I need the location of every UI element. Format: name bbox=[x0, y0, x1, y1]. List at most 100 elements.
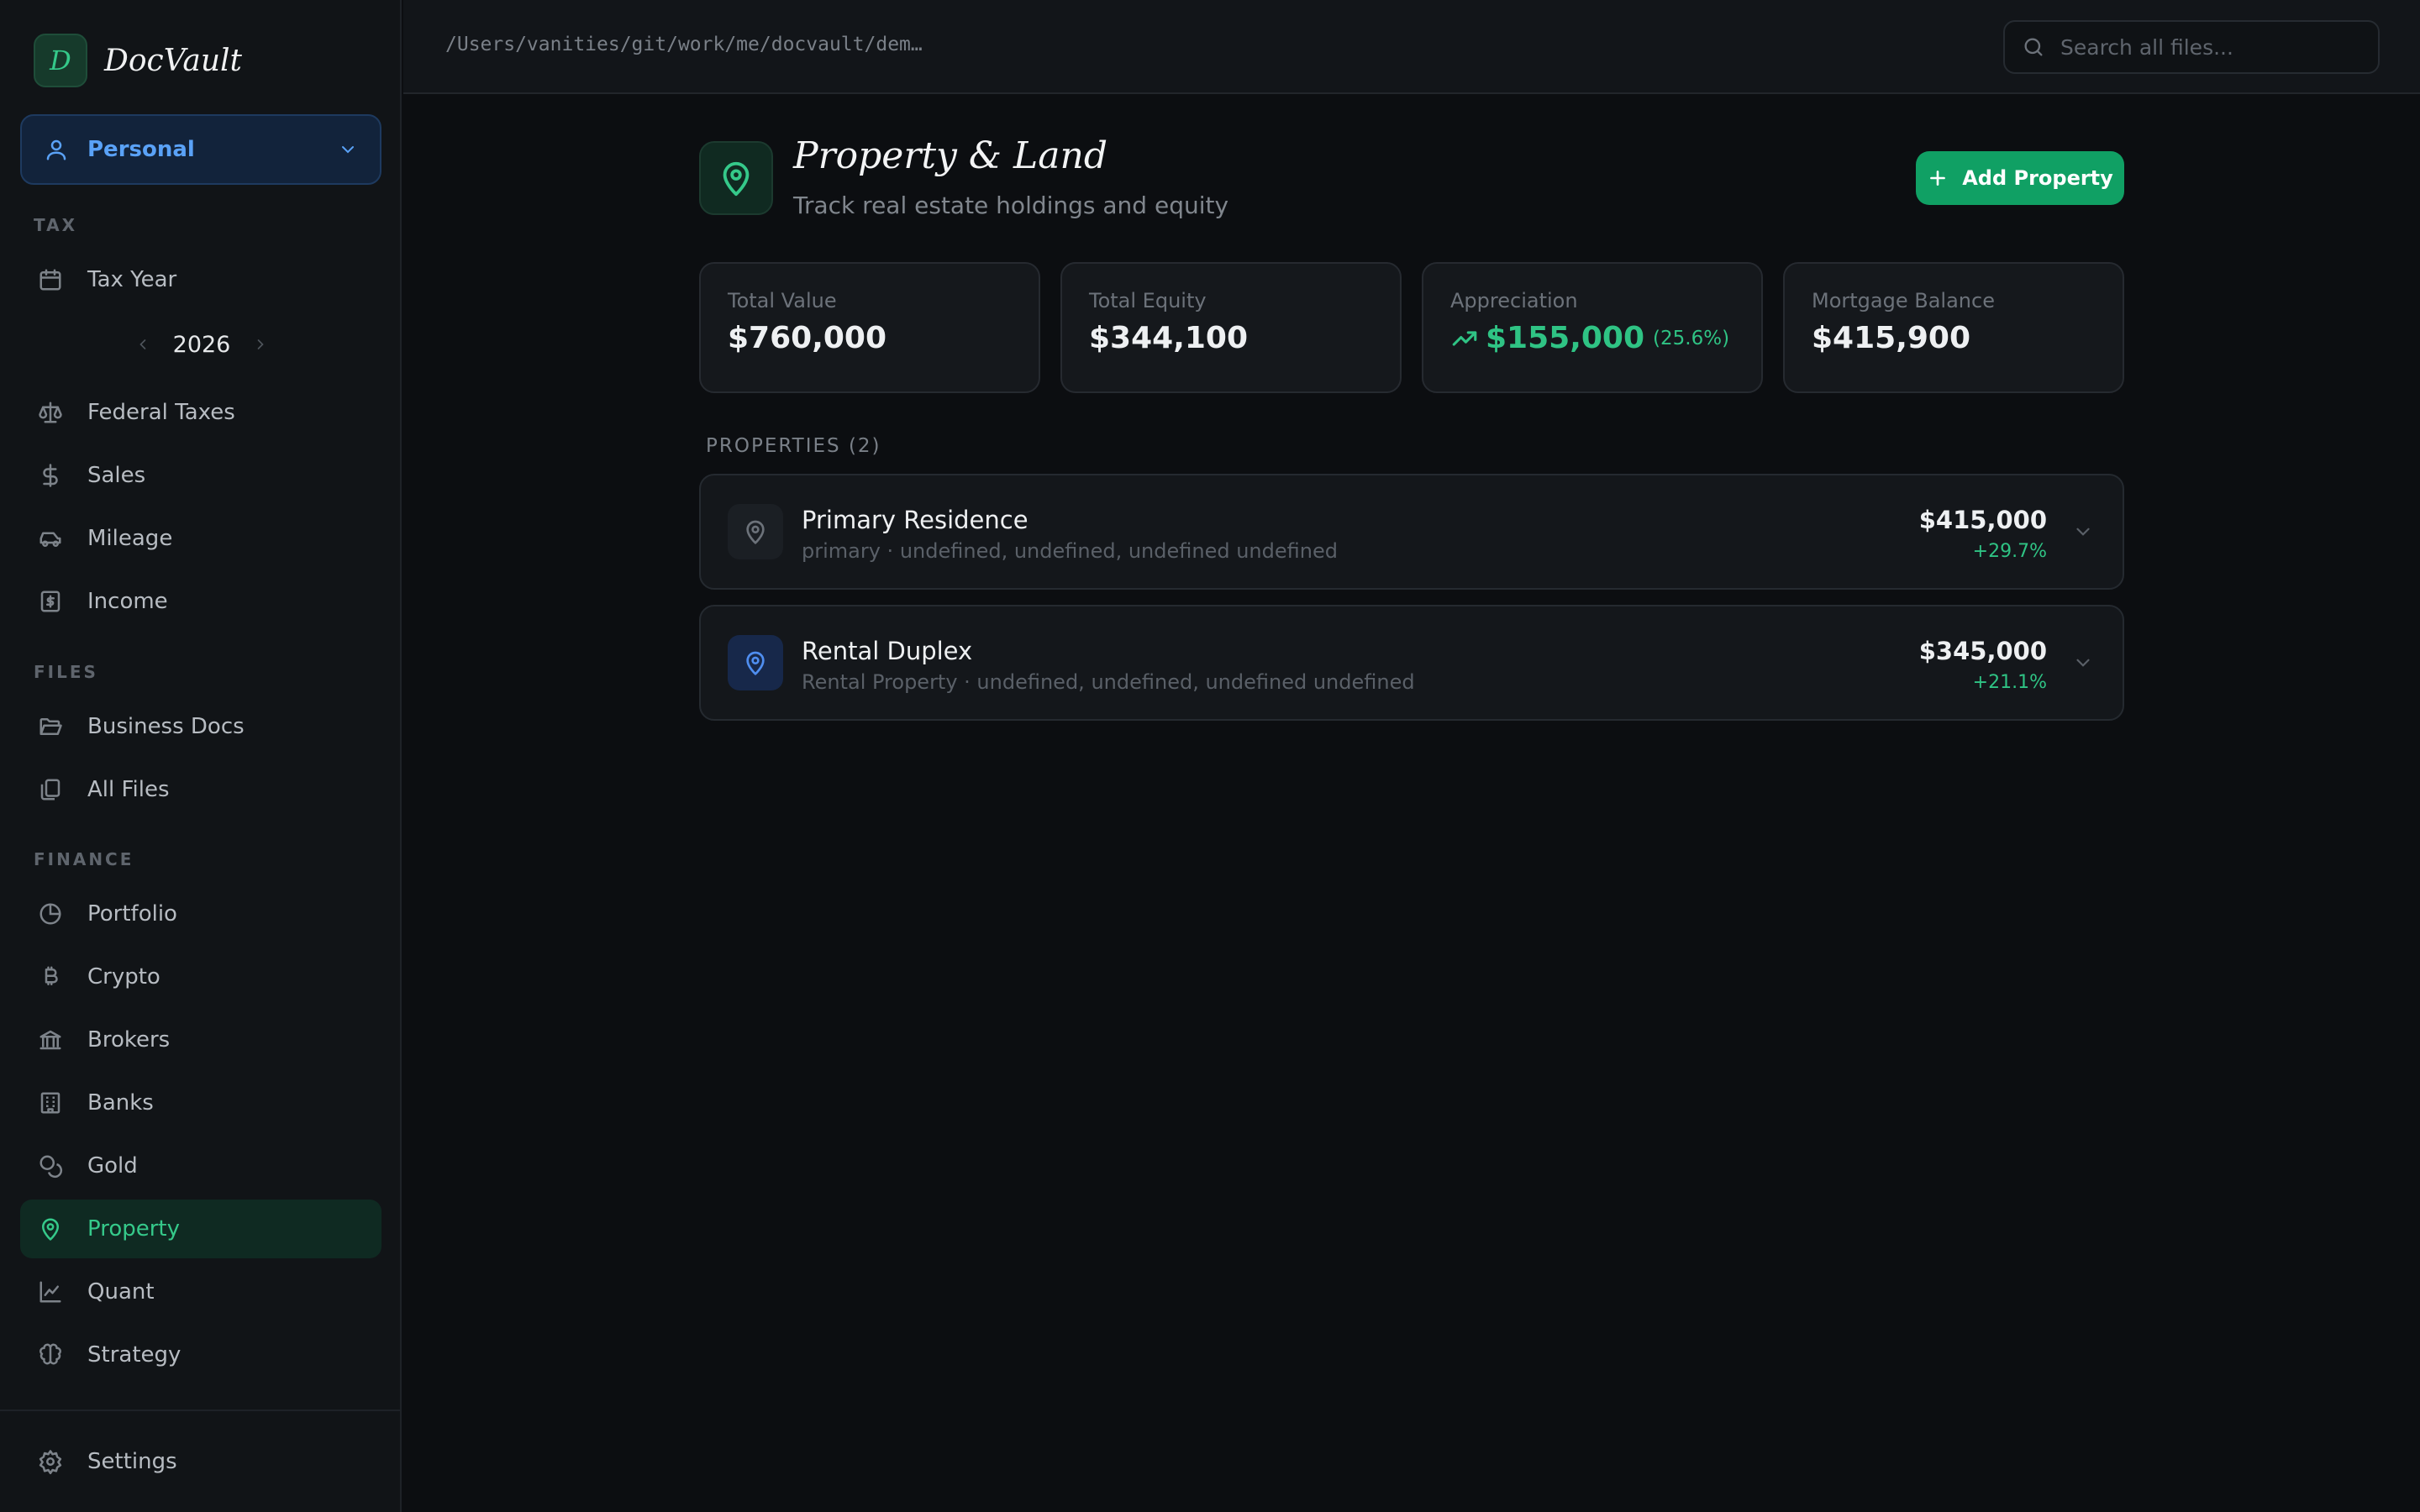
property-header-icon bbox=[699, 141, 773, 215]
property-row-rental-duplex[interactable]: Rental Duplex Rental Property · undefine… bbox=[699, 605, 2124, 721]
stat-label: Total Equity bbox=[1089, 289, 1207, 312]
section-label-files: FILES bbox=[34, 662, 98, 682]
sidebar-item-label: Sales bbox=[87, 463, 146, 488]
sidebar-item-label: Crypto bbox=[87, 964, 160, 990]
sidebar-item-label: Mileage bbox=[87, 526, 173, 551]
chevron-down-icon bbox=[338, 139, 358, 160]
sidebar-item-federal-taxes[interactable]: Federal Taxes bbox=[20, 383, 381, 442]
page-subtitle: Track real estate holdings and equity bbox=[793, 192, 1229, 219]
property-change: +29.7% bbox=[1972, 541, 2047, 562]
stat-card-total-equity: Total Equity $344,100 bbox=[1060, 262, 1402, 393]
property-name: Primary Residence bbox=[802, 506, 1028, 534]
stat-label: Mortgage Balance bbox=[1812, 289, 1995, 312]
section-label-tax: TAX bbox=[34, 215, 77, 235]
stat-value: $415,900 bbox=[1812, 321, 1971, 355]
sidebar-item-strategy[interactable]: Strategy bbox=[20, 1326, 381, 1384]
bank-icon bbox=[37, 1026, 64, 1053]
search-input[interactable]: Search all files... bbox=[2003, 20, 2380, 74]
map-pin-icon bbox=[723, 161, 750, 197]
map-pin-icon bbox=[37, 1215, 64, 1242]
sidebar-item-mileage[interactable]: Mileage bbox=[20, 509, 381, 568]
profile-selector[interactable]: Personal bbox=[20, 114, 381, 185]
stat-label: Appreciation bbox=[1450, 289, 1578, 312]
stat-card-mortgage-balance: Mortgage Balance $415,900 bbox=[1783, 262, 2124, 393]
sidebar-item-gold[interactable]: Gold bbox=[20, 1137, 381, 1195]
sidebar-item-label: Property bbox=[87, 1216, 181, 1242]
property-meta: primary · undefined, undefined, undefine… bbox=[802, 539, 1338, 563]
bitcoin-icon bbox=[37, 963, 64, 990]
stat-label: Total Value bbox=[728, 289, 837, 312]
sidebar-item-crypto[interactable]: Crypto bbox=[20, 948, 381, 1006]
app-name: DocVault bbox=[104, 43, 243, 78]
gear-icon bbox=[37, 1448, 64, 1475]
search-placeholder: Search all files... bbox=[2060, 34, 2233, 60]
sidebar-item-tax-year[interactable]: Tax Year bbox=[20, 250, 381, 309]
building-icon bbox=[37, 1089, 64, 1116]
year-selector: 2026 bbox=[134, 328, 269, 361]
logo-mark: D bbox=[34, 34, 87, 87]
sidebar: D DocVault Personal TAX Tax Year 2026 Fe… bbox=[0, 0, 402, 1512]
brain-icon bbox=[37, 1341, 64, 1368]
calendar-icon bbox=[37, 266, 64, 293]
map-pin-icon bbox=[728, 504, 783, 559]
files-icon bbox=[37, 776, 64, 803]
property-name: Rental Duplex bbox=[802, 637, 973, 665]
sidebar-item-income[interactable]: Income bbox=[20, 572, 381, 631]
sidebar-item-label: Tax Year bbox=[87, 267, 177, 292]
search-icon bbox=[2022, 35, 2045, 59]
dollar-icon bbox=[37, 462, 64, 489]
sidebar-item-sales[interactable]: Sales bbox=[20, 446, 381, 505]
sidebar-item-label: Federal Taxes bbox=[87, 400, 235, 425]
add-property-button[interactable]: Add Property bbox=[1916, 151, 2124, 205]
stat-card-total-value: Total Value $760,000 bbox=[699, 262, 1040, 393]
sidebar-item-label: All Files bbox=[87, 777, 170, 802]
sidebar-item-banks[interactable]: Banks bbox=[20, 1074, 381, 1132]
receipt-icon bbox=[37, 588, 64, 615]
pie-chart-icon bbox=[37, 900, 64, 927]
sidebar-item-settings[interactable]: Settings bbox=[20, 1432, 381, 1491]
scale-icon bbox=[37, 399, 64, 426]
sidebar-item-label: Business Docs bbox=[87, 714, 245, 739]
sidebar-item-label: Income bbox=[87, 589, 168, 614]
year-value: 2026 bbox=[172, 331, 231, 358]
stat-value: $760,000 bbox=[728, 321, 887, 355]
chevron-right-icon[interactable] bbox=[252, 336, 269, 353]
property-change: +21.1% bbox=[1972, 672, 2047, 693]
sidebar-item-business-docs[interactable]: Business Docs bbox=[20, 697, 381, 756]
property-meta: Rental Property · undefined, undefined, … bbox=[802, 670, 1415, 694]
app-logo[interactable]: D DocVault bbox=[34, 34, 242, 87]
sidebar-item-label: Banks bbox=[87, 1090, 154, 1116]
chevron-down-icon[interactable] bbox=[2072, 652, 2094, 674]
add-property-label: Add Property bbox=[1962, 166, 2113, 190]
stat-percent: (25.6%) bbox=[1653, 327, 1730, 349]
profile-label: Personal bbox=[87, 137, 195, 162]
sidebar-item-brokers[interactable]: Brokers bbox=[20, 1011, 381, 1069]
section-label-finance: FINANCE bbox=[34, 849, 134, 869]
line-chart-icon bbox=[37, 1278, 64, 1305]
trending-up-icon bbox=[1450, 324, 1479, 353]
file-path: /Users/vanities/git/work/me/docvault/dem… bbox=[445, 34, 923, 55]
sidebar-item-label: Gold bbox=[87, 1153, 138, 1179]
sidebar-item-label: Quant bbox=[87, 1279, 155, 1305]
stat-value-row: $155,000 (25.6%) bbox=[1450, 321, 1734, 355]
property-value: $345,000 bbox=[1918, 637, 2047, 665]
folder-open-icon bbox=[37, 713, 64, 740]
map-pin-icon bbox=[728, 635, 783, 690]
sidebar-item-quant[interactable]: Quant bbox=[20, 1263, 381, 1321]
chevron-down-icon[interactable] bbox=[2072, 521, 2094, 543]
chevron-left-icon[interactable] bbox=[134, 336, 151, 353]
sidebar-item-label: Strategy bbox=[87, 1342, 182, 1368]
sidebar-item-property[interactable]: Property bbox=[20, 1200, 381, 1258]
user-icon bbox=[44, 137, 69, 162]
sidebar-item-label: Portfolio bbox=[87, 901, 177, 927]
sidebar-item-label: Brokers bbox=[87, 1027, 171, 1053]
sidebar-item-portfolio[interactable]: Portfolio bbox=[20, 885, 381, 943]
property-value: $415,000 bbox=[1918, 506, 2047, 534]
properties-section-label: PROPERTIES (2) bbox=[706, 435, 881, 457]
stat-value: $155,000 bbox=[1486, 321, 1645, 355]
property-row-primary-residence[interactable]: Primary Residence primary · undefined, u… bbox=[699, 474, 2124, 590]
top-bar: /Users/vanities/git/work/me/docvault/dem… bbox=[403, 0, 2420, 94]
sidebar-item-all-files[interactable]: All Files bbox=[20, 760, 381, 819]
sidebar-divider bbox=[0, 1410, 402, 1411]
page-title: Property & Land bbox=[793, 134, 1107, 177]
